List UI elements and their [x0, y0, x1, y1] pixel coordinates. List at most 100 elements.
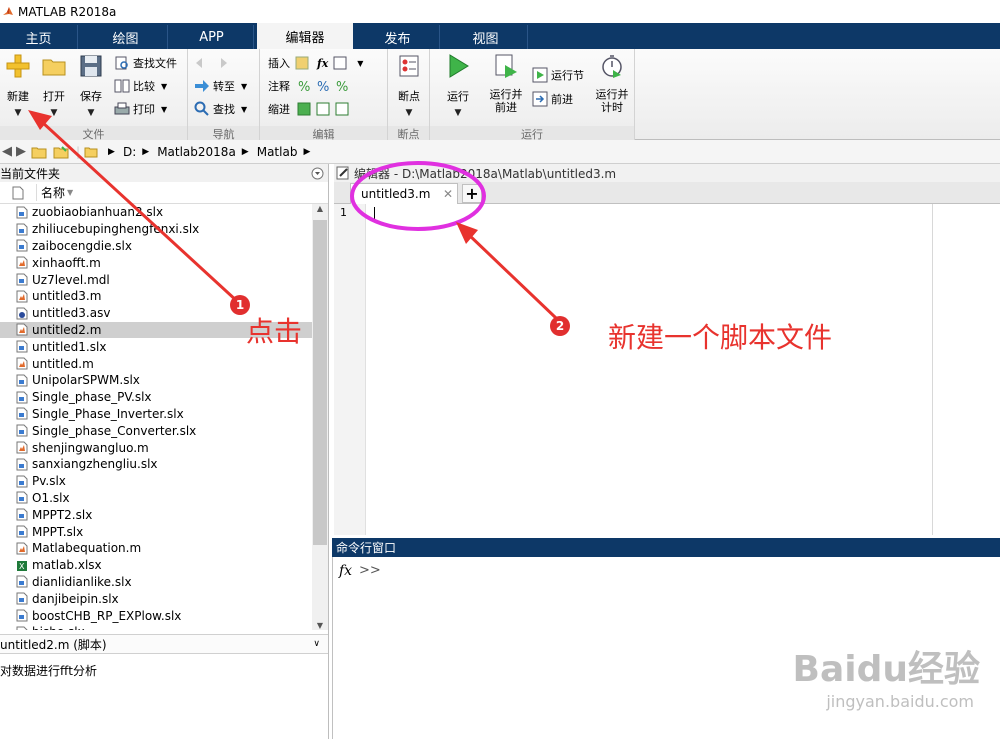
file-row[interactable]: Uz7level.mdl — [0, 271, 312, 288]
open-button[interactable]: 打开 ▼ — [36, 53, 72, 118]
decrease-indent-icon[interactable] — [334, 101, 350, 117]
file-row[interactable]: MPPT2.slx — [0, 506, 312, 523]
find-files-button[interactable]: 查找文件 — [114, 53, 177, 73]
compare-icon — [114, 79, 130, 93]
back-forward-buttons[interactable] — [194, 53, 232, 73]
editor-tab-untitled3[interactable]: untitled3.m ✕ — [350, 183, 458, 204]
wrap-comment-icon[interactable]: % — [334, 78, 350, 94]
new-tab-plus-icon[interactable]: + — [462, 184, 482, 203]
tab-editor[interactable]: 编辑器 — [257, 23, 353, 49]
file-row[interactable]: Pv.slx — [0, 473, 312, 490]
save-button[interactable]: 保存 ▼ — [73, 53, 109, 118]
file-name: bishe.slx — [32, 625, 85, 630]
file-row[interactable]: Single_phase_PV.slx — [0, 389, 312, 406]
current-folder-panel: 当前文件夹 名称 ▼ zuobiaobianhuan2.slx zhiliuceb… — [0, 164, 329, 739]
back-icon[interactable]: ◀ — [2, 144, 12, 159]
run-button[interactable]: 运行 ▼ — [440, 53, 476, 118]
file-row[interactable]: shenjingwangluo.m — [0, 439, 312, 456]
simulink-model-icon — [16, 525, 28, 538]
goto-dropdown-icon[interactable]: ▼ — [241, 82, 247, 91]
details-description: 对数据进行fft分析 — [0, 664, 97, 678]
scrollbar-thumb[interactable] — [313, 220, 327, 545]
svg-text:%: % — [298, 80, 310, 94]
run-and-advance-button[interactable]: 运行并 前进 — [486, 53, 526, 114]
editor-tab-strip: untitled3.m ✕ + — [334, 182, 1000, 204]
browse-folder-icon[interactable] — [53, 145, 69, 159]
comment-button[interactable]: 注释 % % % — [268, 76, 353, 96]
fx-insert-button[interactable]: fx — [317, 57, 328, 70]
file-row[interactable]: Single_phase_Converter.slx — [0, 422, 312, 439]
crumb-matlab[interactable]: Matlab — [257, 145, 298, 159]
file-row[interactable]: Matlabequation.m — [0, 540, 312, 557]
up-folder-icon[interactable] — [31, 145, 47, 159]
breakpoints-dropdown-icon[interactable]: ▼ — [391, 108, 427, 118]
comment-percent-icon[interactable]: % — [296, 78, 312, 94]
ribbon-group-edit: 插入 fx ▼ 注释 % % % 缩进 编辑 — [260, 49, 388, 141]
crumb-separator-icon[interactable]: ▶ — [303, 147, 310, 157]
crumb-drive[interactable]: D: — [123, 145, 136, 159]
tab-publish[interactable]: 发布 — [356, 25, 440, 49]
new-button[interactable]: 新建 ▼ — [0, 53, 36, 118]
file-row[interactable]: danjibeipin.slx — [0, 590, 312, 607]
panel-menu-icon[interactable] — [311, 167, 324, 180]
open-dropdown-icon[interactable]: ▼ — [36, 108, 72, 118]
smart-indent-icon[interactable] — [296, 101, 312, 117]
tab-home[interactable]: 主页 — [0, 25, 78, 49]
run-dropdown-icon[interactable]: ▼ — [440, 108, 476, 118]
insert-dropdown-icon[interactable]: ▼ — [357, 59, 363, 68]
file-row[interactable]: untitled.m — [0, 355, 312, 372]
insert-function-icon[interactable] — [332, 55, 348, 71]
file-row[interactable]: sanxiangzhengliu.slx — [0, 456, 312, 473]
tab-view[interactable]: 视图 — [444, 25, 528, 49]
details-bar[interactable]: untitled2.m (脚本) ∨ — [0, 634, 328, 654]
file-list-scrollbar[interactable]: ▲ ▼ — [312, 204, 328, 630]
file-name: Matlabequation.m — [32, 541, 142, 556]
details-collapse-icon[interactable]: ∨ — [313, 639, 320, 649]
file-row[interactable]: UnipolarSPWM.slx — [0, 372, 312, 389]
scroll-down-icon[interactable]: ▼ — [312, 621, 328, 630]
forward-icon[interactable]: ▶ — [16, 144, 26, 159]
compare-button[interactable]: 比较 ▼ — [114, 76, 167, 96]
name-column-header[interactable]: 名称 — [36, 184, 65, 201]
file-row[interactable]: bishe.slx — [0, 624, 312, 630]
file-row[interactable]: zhiliucebupinghengfenxi.slx — [0, 221, 312, 238]
file-list: zuobiaobianhuan2.slx zhiliucebupinghengfe… — [0, 204, 312, 630]
print-dropdown-icon[interactable]: ▼ — [161, 105, 167, 114]
run-section-button[interactable]: 运行节 — [532, 65, 584, 85]
tab-apps[interactable]: APP — [170, 25, 254, 49]
forward-arrow-icon[interactable] — [213, 55, 229, 71]
advance-button[interactable]: 前进 — [532, 89, 573, 109]
goto-button[interactable]: 转至 ▼ — [194, 76, 247, 96]
tab-plots[interactable]: 绘图 — [84, 25, 168, 49]
file-row[interactable]: zuobiaobianhuan2.slx — [0, 204, 312, 221]
file-row[interactable]: dianlidianlike.slx — [0, 574, 312, 591]
scroll-up-icon[interactable]: ▲ — [312, 204, 328, 213]
run-and-time-button[interactable]: 运行并 计时 — [592, 53, 632, 114]
file-row[interactable]: untitled3.m — [0, 288, 312, 305]
code-editor[interactable]: 1 — [334, 204, 1000, 535]
compare-dropdown-icon[interactable]: ▼ — [161, 82, 167, 91]
insert-icon[interactable] — [294, 55, 310, 71]
close-tab-icon[interactable]: ✕ — [443, 187, 453, 201]
insert-button[interactable]: 插入 fx ▼ — [268, 53, 363, 73]
increase-indent-icon[interactable] — [315, 101, 331, 117]
file-row[interactable]: Single_Phase_Inverter.slx — [0, 406, 312, 423]
uncomment-icon[interactable]: % — [315, 78, 331, 94]
file-row[interactable]: xinhaofft.m — [0, 254, 312, 271]
find-button[interactable]: 查找 ▼ — [194, 99, 247, 119]
print-button[interactable]: 打印 ▼ — [114, 99, 167, 119]
file-row[interactable]: O1.slx — [0, 490, 312, 507]
file-row[interactable]: MPPT.slx — [0, 523, 312, 540]
find-dropdown-icon[interactable]: ▼ — [241, 105, 247, 114]
fx-function-browser-icon[interactable]: fx — [339, 563, 352, 579]
file-row[interactable]: Xmatlab.xlsx — [0, 557, 312, 574]
back-arrow-icon[interactable] — [194, 55, 210, 71]
file-row[interactable]: boostCHB_RP_EXPlow.slx — [0, 607, 312, 624]
file-row[interactable]: zaibocengdie.slx — [0, 238, 312, 255]
save-dropdown-icon[interactable]: ▼ — [73, 108, 109, 118]
new-dropdown-icon[interactable]: ▼ — [0, 108, 36, 118]
indent-button[interactable]: 缩进 — [268, 99, 353, 119]
breakpoints-button[interactable]: 断点 ▼ — [391, 53, 427, 118]
find-files-label: 查找文件 — [133, 57, 177, 70]
crumb-matlab2018a[interactable]: Matlab2018a — [157, 145, 236, 159]
